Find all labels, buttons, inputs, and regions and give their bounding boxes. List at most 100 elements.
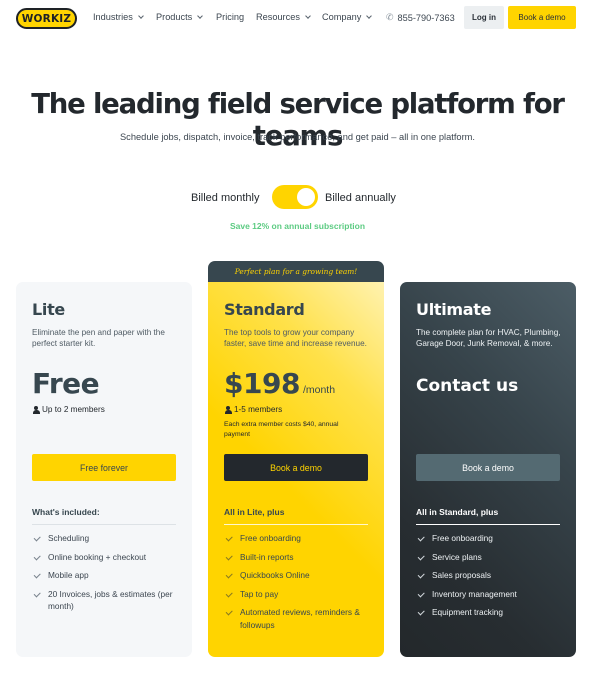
feature-item: Scheduling: [32, 532, 182, 545]
check-icon: [33, 552, 41, 560]
feature-text: Tap to pay: [240, 588, 279, 599]
feature-item: Quickbooks Online: [224, 569, 374, 582]
phone-link[interactable]: ✆ 855-790-7363: [386, 12, 455, 23]
billed-annually-label[interactable]: Billed annually: [325, 192, 396, 204]
phone-number: 855-790-7363: [397, 12, 455, 23]
person-icon: [224, 405, 232, 414]
feature-text: Scheduling: [48, 533, 90, 543]
plan-card-ultimate: Ultimate The complete plan for HVAC, Plu…: [400, 282, 576, 657]
check-icon: [33, 571, 41, 579]
feature-list: Scheduling Online booking + checkout Mob…: [32, 532, 182, 619]
top-nav: WORKIZ Industries Products Pricing Resou…: [0, 0, 595, 36]
chevron-down-icon: [197, 12, 204, 19]
chevron-down-icon: [138, 12, 144, 19]
check-icon: [33, 534, 41, 542]
feature-item: Free onboarding: [224, 532, 374, 545]
book-demo-standard-button[interactable]: Book a demo: [224, 454, 368, 481]
phone-icon: ✆: [386, 12, 394, 22]
feature-list: Free onboarding Built-in reports Quickbo…: [224, 532, 374, 637]
nav-item-label: Company: [322, 12, 362, 22]
feature-text: 20 Invoices, jobs & estimates (per month…: [48, 588, 173, 612]
feature-item: Mobile app: [32, 569, 182, 582]
feature-item: Inventory management: [416, 588, 566, 601]
check-icon: [417, 534, 425, 542]
nav-item-label: Resources: [256, 12, 300, 22]
free-forever-button[interactable]: Free forever: [32, 454, 176, 481]
plan-card-standard: Standard The top tools to grow your comp…: [208, 282, 384, 657]
feature-item: Free onboarding: [416, 532, 566, 545]
check-icon: [417, 589, 425, 597]
workiz-logo[interactable]: WORKIZ: [16, 8, 77, 29]
feature-item: Sales proposals: [416, 569, 566, 582]
page-title: The leading field service platform for t…: [31, 88, 565, 152]
login-button[interactable]: Log in: [464, 6, 504, 29]
feature-item: Tap to pay: [224, 588, 374, 601]
plan-price: Free: [32, 367, 100, 400]
feature-text: Equipment tracking: [432, 607, 504, 617]
feature-text: Free onboarding: [240, 533, 301, 543]
check-icon: [225, 589, 233, 597]
plan-name: Lite: [32, 300, 65, 319]
members-text: Up to 2 members: [42, 405, 105, 414]
included-heading: All in Lite, plus: [224, 507, 368, 525]
billed-monthly-label[interactable]: Billed monthly: [191, 192, 259, 204]
nav-item-pricing[interactable]: Pricing: [216, 12, 244, 22]
feature-text: Sales proposals: [432, 570, 492, 580]
feature-text: Automated reviews, reminders & followups: [240, 607, 360, 630]
nav-item-label: Products: [156, 12, 193, 22]
chevron-down-icon: [305, 12, 311, 19]
included-heading: All in Standard, plus: [416, 507, 560, 525]
check-icon: [225, 552, 233, 560]
feature-text: Inventory management: [432, 588, 517, 599]
feature-item: Equipment tracking: [416, 606, 566, 619]
included-heading: What's included:: [32, 507, 176, 525]
plan-price: Contact us: [416, 376, 519, 396]
plan-members: 1-5 members: [224, 405, 282, 414]
feature-text: Free onboarding: [432, 533, 493, 543]
popular-plan-banner: Perfect plan for a growing team!: [208, 261, 384, 282]
check-icon: [417, 552, 425, 560]
plan-members: Up to 2 members: [32, 405, 105, 414]
price-unit: /month: [302, 384, 336, 396]
feature-item: Online booking + checkout: [32, 551, 182, 564]
feature-text: Service plans: [432, 551, 482, 562]
plan-price: $198/month: [224, 367, 335, 400]
check-icon: [225, 571, 233, 579]
billing-toggle[interactable]: [272, 185, 318, 209]
feature-list: Free onboarding Service plans Sales prop…: [416, 532, 566, 625]
nav-item-company[interactable]: Company: [322, 12, 373, 22]
extra-member-note: Each extra member costs $40, annual paym…: [224, 421, 339, 438]
plan-description: The complete plan for HVAC, Plumbing, Ga…: [416, 328, 561, 349]
feature-text: Mobile app: [48, 570, 89, 580]
feature-item: 20 Invoices, jobs & estimates (per month…: [32, 588, 182, 613]
person-icon: [32, 405, 40, 414]
plan-description: Eliminate the pen and paper with the per…: [32, 328, 165, 349]
feature-item: Built-in reports: [224, 551, 374, 564]
price-amount: $198: [224, 367, 300, 400]
nav-item-products[interactable]: Products: [156, 12, 204, 22]
feature-item: Service plans: [416, 551, 566, 564]
chevron-down-icon: [366, 12, 373, 19]
plan-description: The top tools to grow your company faste…: [224, 328, 367, 349]
nav-item-label: Industries: [93, 12, 133, 22]
nav-item-label: Pricing: [216, 12, 245, 22]
save-note: Save 12% on annual subscription: [229, 221, 366, 231]
check-icon: [417, 571, 425, 579]
feature-item: Automated reviews, reminders & followups: [224, 606, 374, 631]
page-subtitle: Schedule jobs, dispatch, invoice, track …: [119, 132, 476, 142]
nav-item-resources[interactable]: Resources: [256, 12, 311, 22]
book-demo-button[interactable]: Book a demo: [508, 6, 576, 29]
check-icon: [417, 608, 425, 616]
members-text: 1-5 members: [234, 405, 283, 414]
feature-text: Built-in reports: [240, 551, 294, 562]
check-icon: [225, 608, 233, 616]
plan-card-lite: Lite Eliminate the pen and paper with th…: [16, 282, 192, 657]
feature-text: Online booking + checkout: [48, 551, 147, 562]
nav-item-industries[interactable]: Industries: [93, 12, 144, 22]
toggle-knob: [297, 188, 315, 206]
plan-name: Ultimate: [416, 300, 492, 319]
check-icon: [225, 534, 233, 542]
plan-name: Standard: [224, 300, 305, 319]
book-demo-ultimate-button[interactable]: Book a demo: [416, 454, 560, 481]
feature-text: Quickbooks Online: [240, 570, 310, 580]
